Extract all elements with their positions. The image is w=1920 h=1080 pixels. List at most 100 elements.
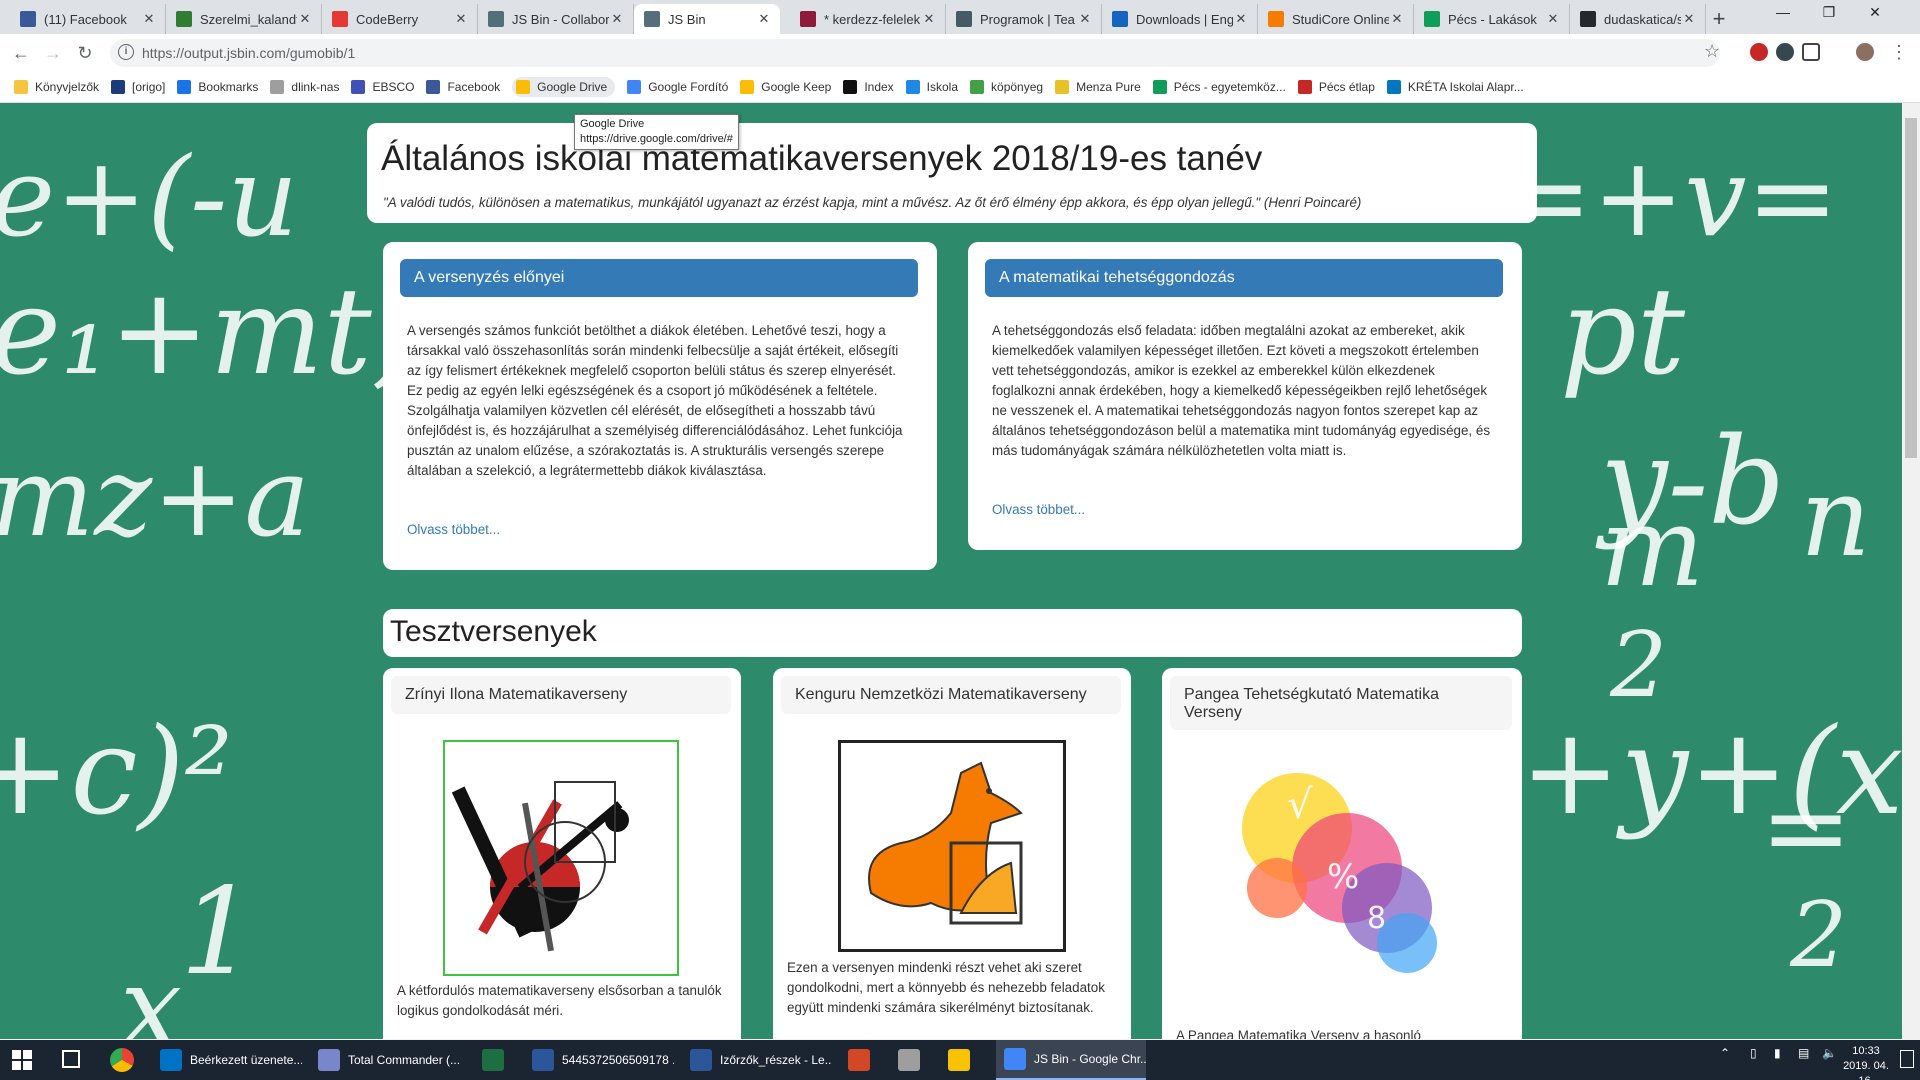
taskbar-item[interactable]: Total Commander (...	[310, 1040, 466, 1080]
bookmark-item[interactable]: Facebook	[426, 80, 500, 94]
powerpoint-icon	[848, 1049, 870, 1071]
bookmark-item[interactable]: Pécs étlap	[1297, 80, 1375, 94]
bookmark-item[interactable]: Google Drive	[512, 77, 616, 97]
bookmark-item[interactable]: dlink-nas	[270, 80, 339, 94]
browser-tab[interactable]: JS Bin ✕	[634, 4, 780, 34]
close-tab-icon[interactable]: ✕	[609, 11, 625, 27]
clock[interactable]: 10:33 2019. 04. 16.	[1836, 1044, 1896, 1080]
browser-tab[interactable]: Szerelmi_kalandt ✕	[166, 4, 322, 34]
studicore-icon	[1268, 11, 1284, 27]
bookmark-item[interactable]: Pécs - egyetemköz...	[1152, 80, 1286, 94]
bookmark-item[interactable]: Google Fordító	[627, 80, 728, 94]
bookmark-label: Könyvjelzők	[35, 80, 100, 94]
browser-tab[interactable]: CodeBerry ✕	[322, 4, 478, 34]
section-title: Tesztversenyek	[390, 615, 597, 648]
volume-icon[interactable]: 🔈	[1822, 1046, 1837, 1060]
reload-button[interactable]: ↻	[72, 40, 98, 66]
tab-label: * kerdezz-felelek	[824, 11, 921, 27]
bookmark-tooltip: Google Drive https://drive.google.com/dr…	[574, 114, 739, 150]
browser-tab[interactable]: StudiCore Online ✕	[1258, 4, 1414, 34]
browser-tab[interactable]: (11) Facebook ✕	[10, 4, 166, 34]
url-text[interactable]: https://output.jsbin.com/gumobib/1	[142, 45, 355, 61]
star-icon	[177, 80, 192, 94]
close-tab-icon[interactable]: ✕	[453, 11, 469, 27]
taskbar-item[interactable]: 5445372506509178 ...	[524, 1040, 674, 1080]
close-window-button[interactable]: ✕	[1852, 4, 1898, 26]
read-more-link[interactable]: Olvass többet...	[992, 502, 1085, 517]
doc-icon	[956, 11, 972, 27]
tab-label: Pécs - Lakások	[1448, 11, 1537, 27]
bookmark-star-icon[interactable]: ☆	[1704, 41, 1720, 62]
minimize-button[interactable]: —	[1760, 4, 1806, 26]
battery-icon[interactable]: ▮	[1774, 1046, 1781, 1060]
close-tab-icon[interactable]: ✕	[297, 11, 313, 27]
bookmark-label: Menza Pure	[1076, 80, 1141, 94]
windows-start-icon[interactable]	[12, 1050, 32, 1070]
network-icon[interactable]: ▤	[1798, 1046, 1809, 1060]
bookmark-item[interactable]: Könyvjelzők	[14, 80, 99, 94]
bookmark-item[interactable]: Google Keep	[740, 80, 831, 94]
close-tab-icon[interactable]: ✕	[921, 11, 937, 27]
browser-tab[interactable]: JS Bin - Collabor ✕	[478, 4, 634, 34]
bookmark-item[interactable]: [origo]	[111, 80, 165, 94]
bookmark-item[interactable]: KRÉTA Iskolai Alapr...	[1386, 80, 1524, 94]
chrome-pinned-icon[interactable]	[110, 1048, 134, 1072]
competition-name: Pangea Tehetségkutató Matematika Verseny	[1170, 676, 1512, 730]
browser-tab[interactable]: dudaskatica/sim✕	[1570, 4, 1706, 34]
facebook-icon	[426, 80, 441, 94]
bookmark-item[interactable]: Iskola	[905, 80, 958, 94]
close-tab-icon[interactable]: ✕	[1233, 11, 1249, 27]
bookmark-label: Pécs étlap	[1318, 80, 1375, 94]
info-icon[interactable]: i	[118, 44, 134, 60]
translate-icon	[627, 80, 642, 94]
clock-time: 10:33	[1852, 1045, 1880, 1057]
close-tab-icon[interactable]: ✕	[756, 11, 772, 27]
profile-avatar[interactable]	[1856, 43, 1874, 61]
extension-icon[interactable]	[1776, 43, 1794, 61]
taskbar-item[interactable]	[890, 1040, 932, 1080]
notification-icon[interactable]	[1900, 1050, 1914, 1068]
taskbar-item[interactable]	[840, 1040, 882, 1080]
header-card: Általános iskolai matematikaversenyek 20…	[367, 123, 1537, 223]
bookmark-item[interactable]: köpönyeg	[970, 80, 1043, 94]
read-more-link[interactable]: Olvass többet...	[407, 522, 500, 537]
taskbar-item[interactable]: JS Bin - Google Chr...	[996, 1040, 1146, 1080]
close-tab-icon[interactable]: ✕	[1545, 11, 1561, 27]
extension-icon[interactable]	[1750, 43, 1768, 61]
close-tab-icon[interactable]: ✕	[1077, 11, 1093, 27]
competition-name: Kenguru Nemzetközi Matematikaverseny	[781, 676, 1121, 714]
bookmark-item[interactable]: Menza Pure	[1055, 80, 1141, 94]
task-view-icon[interactable]	[62, 1050, 80, 1068]
tab-label: JS Bin	[668, 11, 706, 27]
close-tab-icon[interactable]: ✕	[1681, 11, 1697, 27]
taskbar-item[interactable]	[474, 1040, 516, 1080]
restore-button[interactable]: ❐	[1806, 4, 1852, 26]
bookmark-label: Facebook	[447, 80, 501, 94]
tray-usb-icon[interactable]: ▯	[1750, 1046, 1757, 1060]
taskbar-item[interactable]: Beérkezett üzenete...	[152, 1040, 302, 1080]
tab-label: CodeBerry	[356, 11, 419, 27]
scrollbar-thumb[interactable]	[1905, 118, 1917, 458]
screen-capture-icon[interactable]	[1802, 43, 1820, 61]
browser-tab[interactable]: * kerdezz-felelek ✕	[790, 4, 946, 34]
taskbar-item[interactable]	[940, 1040, 982, 1080]
taskbar-label: JS Bin - Google Chr...	[1034, 1052, 1146, 1066]
bookmark-item[interactable]: EBSCO	[351, 80, 414, 94]
menu-kebab-icon[interactable]: ⋮	[1890, 42, 1908, 63]
forward-button[interactable]: →	[40, 40, 66, 66]
browser-tab[interactable]: Pécs - Lakások ✕	[1414, 4, 1570, 34]
back-button[interactable]: ←	[8, 40, 34, 66]
browser-tab[interactable]: Downloads | Eng ✕	[1102, 4, 1258, 34]
close-tab-icon[interactable]: ✕	[1389, 11, 1405, 27]
tray-chevron-icon[interactable]: ⌃	[1720, 1046, 1730, 1060]
bookmark-item[interactable]: Bookmarks	[177, 80, 258, 94]
new-tab-button[interactable]: +	[1706, 6, 1732, 32]
competition-card-pangea: Pangea Tehetségkutató Matematika Verseny…	[1162, 668, 1522, 1039]
bookmark-item[interactable]: Index	[843, 80, 894, 94]
close-tab-icon[interactable]: ✕	[141, 11, 157, 27]
drive-icon	[516, 80, 531, 94]
chrome-icon	[1004, 1048, 1026, 1070]
address-bar[interactable]: i https://output.jsbin.com/gumobib/1	[110, 39, 1720, 67]
browser-tab[interactable]: Programok | Tea ✕	[946, 4, 1102, 34]
taskbar-item[interactable]: Izőrzők_részek - Le...	[682, 1040, 832, 1080]
